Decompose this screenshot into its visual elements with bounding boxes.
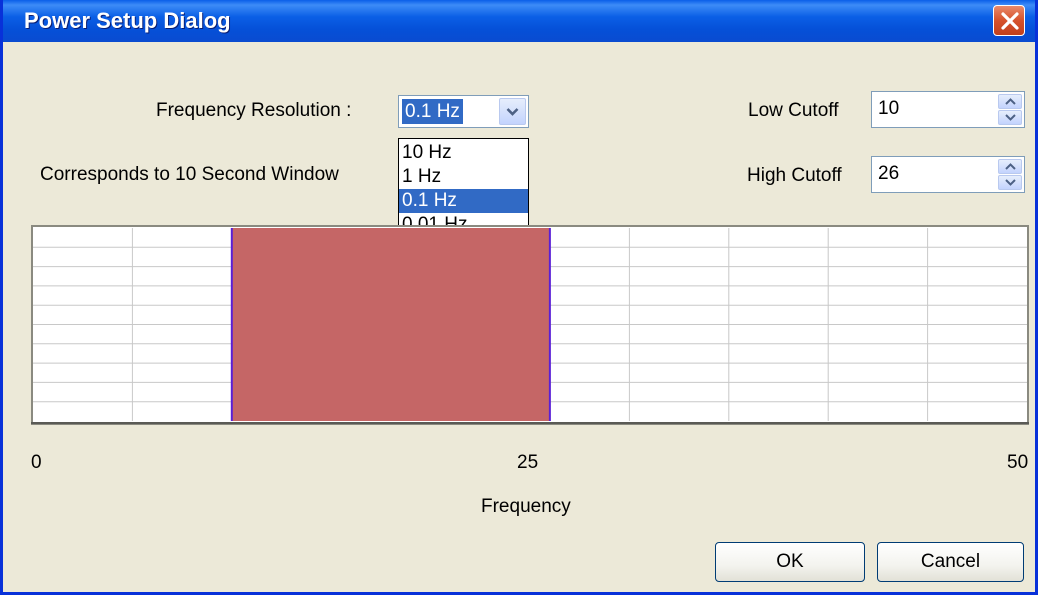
x-tick-max: 50 <box>1007 452 1029 473</box>
dialog-title: Power Setup Dialog <box>24 8 231 33</box>
option-0-1hz[interactable]: 0.1 Hz <box>399 189 528 213</box>
x-tick-min: 0 <box>31 452 42 473</box>
high-cutoff-spin-buttons <box>998 159 1022 190</box>
close-icon <box>1001 12 1019 30</box>
low-cutoff-spin-buttons <box>998 94 1022 125</box>
frequency-resolution-value: 0.1 Hz <box>401 98 464 125</box>
power-setup-dialog: Power Setup Dialog Frequency Resolution … <box>0 0 1038 595</box>
x-axis-label: Frequency <box>481 496 571 517</box>
frequency-band-chart[interactable] <box>31 225 1029 425</box>
chevron-up-icon <box>1005 98 1016 105</box>
low-cutoff-value: 10 <box>878 98 900 119</box>
title-bar[interactable]: Power Setup Dialog <box>3 0 1035 42</box>
option-1hz[interactable]: 1 Hz <box>399 165 528 189</box>
option-10hz[interactable]: 10 Hz <box>399 141 528 165</box>
chevron-down-icon <box>506 108 519 116</box>
low-cutoff-up-button[interactable] <box>998 94 1022 109</box>
frequency-band-plot <box>31 225 1029 425</box>
high-cutoff-down-button[interactable] <box>998 175 1022 190</box>
passband-area <box>231 228 550 421</box>
chevron-down-icon <box>1005 179 1016 186</box>
high-cutoff-label: High Cutoff <box>747 165 842 186</box>
cancel-button[interactable]: Cancel <box>877 542 1024 582</box>
low-cutoff-label: Low Cutoff <box>748 100 839 121</box>
window-duration-text: Corresponds to 10 Second Window <box>40 164 339 185</box>
frequency-resolution-label: Frequency Resolution : <box>156 100 352 121</box>
high-cutoff-value: 26 <box>878 163 900 184</box>
low-cutoff-spinner[interactable]: 10 <box>871 91 1025 128</box>
frequency-resolution-select[interactable]: 0.1 Hz <box>398 95 529 128</box>
close-button[interactable] <box>993 5 1025 36</box>
low-cutoff-down-button[interactable] <box>998 110 1022 125</box>
high-cutoff-spinner[interactable]: 26 <box>871 156 1025 193</box>
chevron-up-icon <box>1005 163 1016 170</box>
dropdown-button[interactable] <box>499 98 526 125</box>
x-tick-mid: 25 <box>517 452 539 473</box>
high-cutoff-up-button[interactable] <box>998 159 1022 174</box>
chevron-down-icon <box>1005 114 1016 121</box>
ok-button[interactable]: OK <box>715 542 865 582</box>
